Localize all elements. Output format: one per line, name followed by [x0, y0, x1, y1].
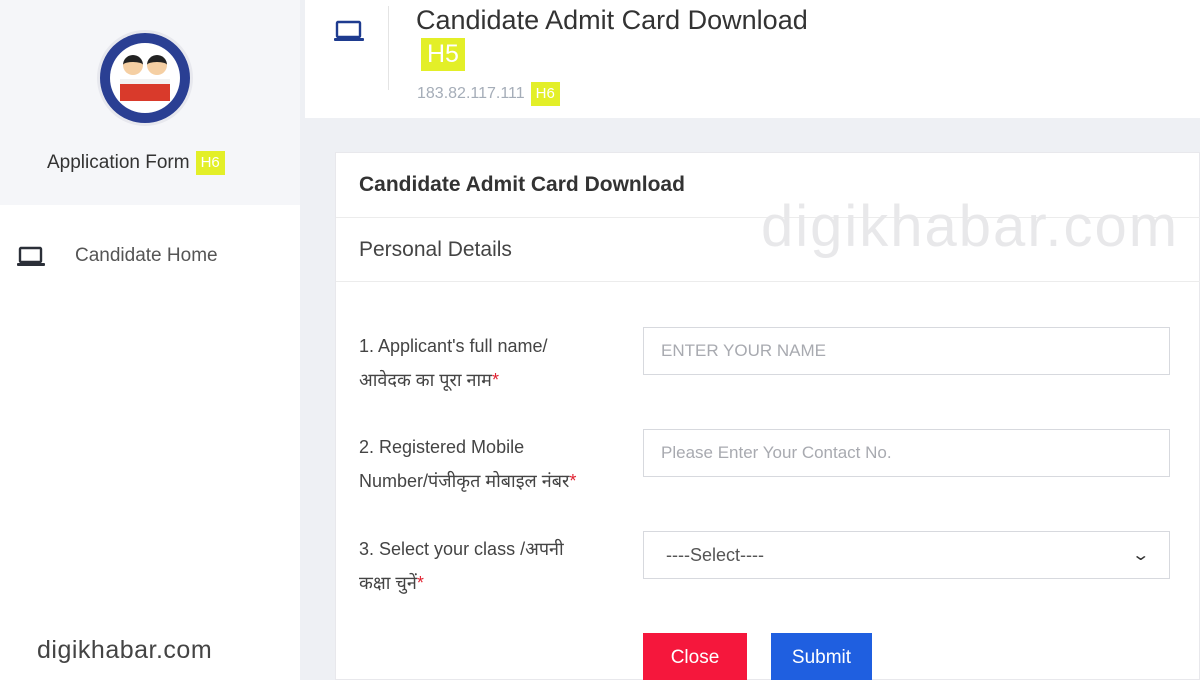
- logo-child-figure: [123, 55, 143, 75]
- logo-emblem: [110, 43, 180, 113]
- watermark-text: digikhabar.com: [37, 636, 213, 664]
- label-line: 1. Applicant's full name/: [359, 336, 548, 356]
- label-line: 3. Select your class /अपनी: [359, 539, 564, 559]
- page-title: Candidate Admit Card Download: [416, 5, 808, 35]
- sidebar: Application Form H6 Candidate Home digik…: [0, 0, 300, 680]
- application-form-title: Application Form H6: [47, 151, 225, 175]
- heading-tag: H5: [421, 38, 465, 71]
- class-select-label: 3. Select your class /अपनी कक्षा चुनें*: [359, 532, 599, 600]
- sidebar-item-label: Candidate Home: [75, 245, 218, 266]
- logo-child-figure: [147, 55, 167, 75]
- page-header: Candidate Admit Card Download H5 183.82.…: [305, 0, 1200, 118]
- label-text: आवेदक का पूरा नाम: [359, 370, 492, 390]
- label-text: Number/पंजीकृत मोबाइल नंबर: [359, 471, 570, 491]
- heading-tag: H6: [530, 82, 560, 106]
- sidebar-brand: Application Form H6: [0, 0, 300, 205]
- close-button[interactable]: Close: [643, 633, 747, 680]
- logo-book: [120, 79, 170, 101]
- mobile-number-input[interactable]: [643, 429, 1170, 477]
- divider: [336, 281, 1200, 282]
- chevron-down-icon: ⌄: [1130, 547, 1150, 564]
- class-select-value: ----Select----: [666, 544, 764, 565]
- department-logo: [97, 30, 193, 126]
- applicant-name-label: 1. Applicant's full name/ आवेदक का पूरा …: [359, 329, 599, 397]
- application-form-label: Application Form: [47, 152, 190, 173]
- laptop-icon: [333, 20, 365, 49]
- admit-card-form-card: Candidate Admit Card Download digikhabar…: [335, 152, 1200, 680]
- class-select[interactable]: ----Select---- ⌄: [643, 531, 1170, 579]
- ip-address: 183.82.117.111: [417, 85, 525, 102]
- label-text: कक्षा चुनें: [359, 573, 417, 593]
- required-mark: *: [569, 471, 577, 491]
- header-divider: [388, 6, 389, 90]
- applicant-name-input[interactable]: [643, 327, 1170, 375]
- required-mark: *: [416, 573, 424, 593]
- submit-button[interactable]: Submit: [771, 633, 872, 680]
- mobile-number-label: 2. Registered Mobile Number/पंजीकृत मोबा…: [359, 430, 599, 498]
- card-title: Candidate Admit Card Download: [359, 173, 685, 196]
- required-mark: *: [491, 370, 499, 390]
- label-line: Number/पंजीकृत मोबाइल नंबर*: [359, 464, 599, 498]
- ip-address-line: 183.82.117.111 H6: [417, 82, 560, 106]
- label-line: आवेदक का पूरा नाम*: [359, 363, 599, 397]
- laptop-icon: [16, 246, 46, 273]
- watermark-text: digikhabar.com: [761, 194, 1180, 259]
- heading-tag: H6: [195, 151, 225, 175]
- label-line: कक्षा चुनें*: [359, 566, 599, 600]
- label-line: 2. Registered Mobile: [359, 437, 525, 457]
- section-title: Personal Details: [359, 238, 512, 261]
- sidebar-item-candidate-home[interactable]: Candidate Home: [0, 232, 300, 280]
